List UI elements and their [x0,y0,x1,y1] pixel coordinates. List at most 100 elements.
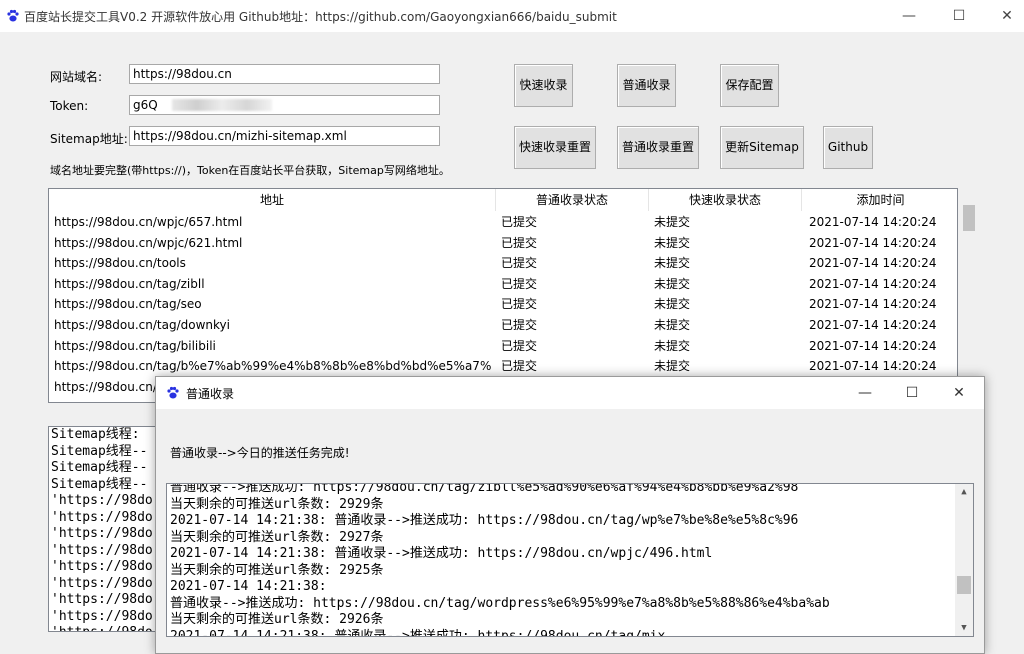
minimize-button[interactable]: — [886,0,932,32]
dialog-log-scrollbar[interactable]: ▲ ▼ [955,484,973,636]
log-line: 普通收录-->推送成功: https://98dou.cn/tag/zibll%… [170,483,799,495]
cell-url: https://98dou.cn/wpjc/621.html [54,235,243,250]
cell-normal-status: 已提交 [501,256,538,271]
cell-fast-status: 未提交 [654,297,691,312]
log-line: Sitemap线程-- [51,443,148,459]
table-row[interactable]: https://98dou.cn/tag/b%e7%ab%99%e4%b8%8b… [49,356,957,377]
log-line: Sitemap线程: [51,427,140,442]
dialog-maximize-button[interactable]: ☐ [889,377,935,409]
cell-fast-status: 未提交 [654,318,691,332]
scroll-up-arrow-icon[interactable]: ▲ [955,484,973,500]
log-line: 2021-07-14 14:21:38: 普通收录-->推送成功: https:… [170,513,799,528]
fast-submit-button[interactable]: 快速收录 [514,64,573,107]
cell-added-time: 2021-07-14 14:20:24 [809,359,937,374]
dialog-log[interactable]: 普通收录-->推送成功: https://98dou.cn/tag/zibll%… [166,483,974,637]
table-row[interactable]: https://98dou.cn/tag/downkyi 已提交 未提交 2021-0… [49,315,957,336]
table-scrollbar-thumb[interactable] [963,205,975,231]
cell-fast-status: 未提交 [654,256,691,271]
baidu-paw-icon [167,386,179,399]
sitemap-input[interactable]: https://98dou.cn/mizhi-sitemap.xml [129,126,440,146]
dialog-minimize-button[interactable]: — [842,377,888,409]
cell-normal-status: 已提交 [501,318,538,332]
log-line: 'https://98do [50,625,157,631]
log-line: 'https://98do [51,575,153,591]
log-line: 2021-07-14 14:21:38: [170,579,327,594]
log-line: 当天剩余的可推送url条数: 2927条 [170,529,384,545]
cell-fast-status: 未提交 [654,215,691,229]
normal-submit-dialog: 普通收录 — ☐ ✕ 普通收录-->今日的推送任务完成! 普通收录-->推送成功… [155,376,985,654]
log-line: 当天剩余的可推送url条数: 2929条 [170,496,384,512]
log-line: 'https://98do [51,608,153,624]
log-line: 'https://98do [51,493,153,508]
token-value: g6Q [133,98,158,112]
column-header-fast-status[interactable]: 快速收录状态 [649,189,802,211]
cell-url: https://98dou.cn/tools [54,256,186,271]
table-header: 地址 普通收录状态 快速收录状态 添加时间 [49,189,957,211]
save-config-button[interactable]: 保存配置 [720,64,779,107]
github-button[interactable]: Github [823,126,873,169]
column-header-url[interactable]: 地址 [49,189,496,211]
log-line: 普通收录-->推送成功: https://98dou.cn/tag/wordpr… [170,595,830,611]
cell-normal-status: 已提交 [501,359,538,374]
cell-added-time: 2021-07-14 14:20:24 [809,256,937,271]
cell-normal-status: 已提交 [501,297,538,312]
url-table[interactable]: 地址 普通收录状态 快速收录状态 添加时间 https://98dou.cn/w… [48,188,958,403]
table-row[interactable]: https://98dou.cn/tag/bilibili 已提交 未提交 2021-… [49,336,957,357]
cell-normal-status: 已提交 [501,235,538,250]
dialog-message: 普通收录-->今日的推送任务完成! [170,446,350,460]
cell-fast-status: 未提交 [654,359,691,374]
table-row[interactable]: https://98dou.cn/tag/zibll 已提交 未提交 2021-07-… [49,274,957,295]
window-title: 百度站长提交工具V0.2 开源软件放心用 Github地址：https://gi… [24,10,617,24]
cell-normal-status: 已提交 [501,276,538,291]
table-row[interactable]: https://98dou.cn/tag/seo 已提交 未提交 2021-07-14… [49,294,957,315]
fast-reset-button[interactable]: 快速收录重置 [514,126,596,169]
cell-fast-status: 未提交 [654,235,691,250]
cell-fast-status: 未提交 [654,276,691,291]
maximize-button[interactable]: ☐ [936,0,982,32]
cell-url: https://98dou.cn/tag/bilibili [54,338,216,353]
log-line: 2021-07-14 14:21:38: 普通收录-->推送成功: https:… [170,546,713,561]
close-button[interactable]: ✕ [984,0,1024,32]
cell-added-time: 2021-07-14 14:20:24 [809,276,937,291]
column-header-added-time[interactable]: 添加时间 [802,189,957,211]
scroll-down-arrow-icon[interactable]: ▼ [955,620,973,636]
cell-added-time: 2021-07-14 14:20:24 [809,297,937,312]
cell-url: https://98dou.cn/tag/downkyi [54,318,230,332]
log-line: 2021-07-14 14:21:38: 普通收录-->推送成功: https:… [170,628,666,637]
log-line: 'https://98do [51,559,153,574]
domain-label: 网站域名: [50,70,103,84]
cell-url: https://98dou.cn/wpjc/657.html [54,215,243,229]
table-scrollbar[interactable] [960,188,978,403]
token-input[interactable]: g6Q [129,95,440,115]
sitemap-log[interactable]: Sitemap线程: Sitemap线程-- Sitemap线程-- Sitemap线… [48,426,158,632]
normal-reset-button[interactable]: 普通收录重置 [617,126,699,169]
column-header-normal-status[interactable]: 普通收录状态 [496,189,649,211]
cell-fast-status: 未提交 [654,338,691,353]
log-line: 'https://98do [51,509,153,525]
update-sitemap-button[interactable]: 更新Sitemap [720,126,804,169]
log-line: 'https://98do [51,542,153,558]
cell-added-time: 2021-07-14 14:20:24 [809,215,937,229]
normal-submit-button[interactable]: 普通收录 [617,64,676,107]
cell-added-time: 2021-07-14 14:20:24 [809,235,937,250]
dialog-titlebar: 普通收录 — ☐ ✕ [156,377,984,409]
table-row[interactable]: https://98dou.cn/wpjc/621.html 已提交 未提交 2021… [49,233,957,254]
log-line: 当天剩余的可推送url条数: 2926条 [170,612,384,627]
log-line: 'https://98do [51,526,153,541]
cell-added-time: 2021-07-14 14:20:24 [809,338,937,353]
window-titlebar: 百度站长提交工具V0.2 开源软件放心用 Github地址：https://gi… [0,0,1024,32]
log-line: Sitemap线程-- [51,476,148,492]
dialog-scrollbar-thumb[interactable] [957,576,971,594]
log-line: 当天剩余的可推送url条数: 2925条 [170,562,384,578]
domain-input[interactable]: https://98dou.cn [129,64,440,84]
table-row[interactable]: https://98dou.cn/tools 已提交 未提交 2021-07-14 1… [49,253,957,274]
dialog-title: 普通收录 [186,387,235,401]
cell-normal-status: 已提交 [501,338,538,353]
table-row[interactable]: https://98dou.cn/wpjc/657.html 已提交 未提交 2021… [49,212,957,233]
cell-url: https://98dou.cn/tag/b%e7%ab%99%e4%b8%8b… [54,359,492,374]
cell-url: https://98dou.cn/tag/zibll [54,276,205,291]
cell-added-time: 2021-07-14 14:20:24 [809,318,937,332]
dialog-close-button[interactable]: ✕ [936,377,982,409]
token-redaction [172,99,272,111]
sitemap-label: Sitemap地址: [50,132,128,146]
